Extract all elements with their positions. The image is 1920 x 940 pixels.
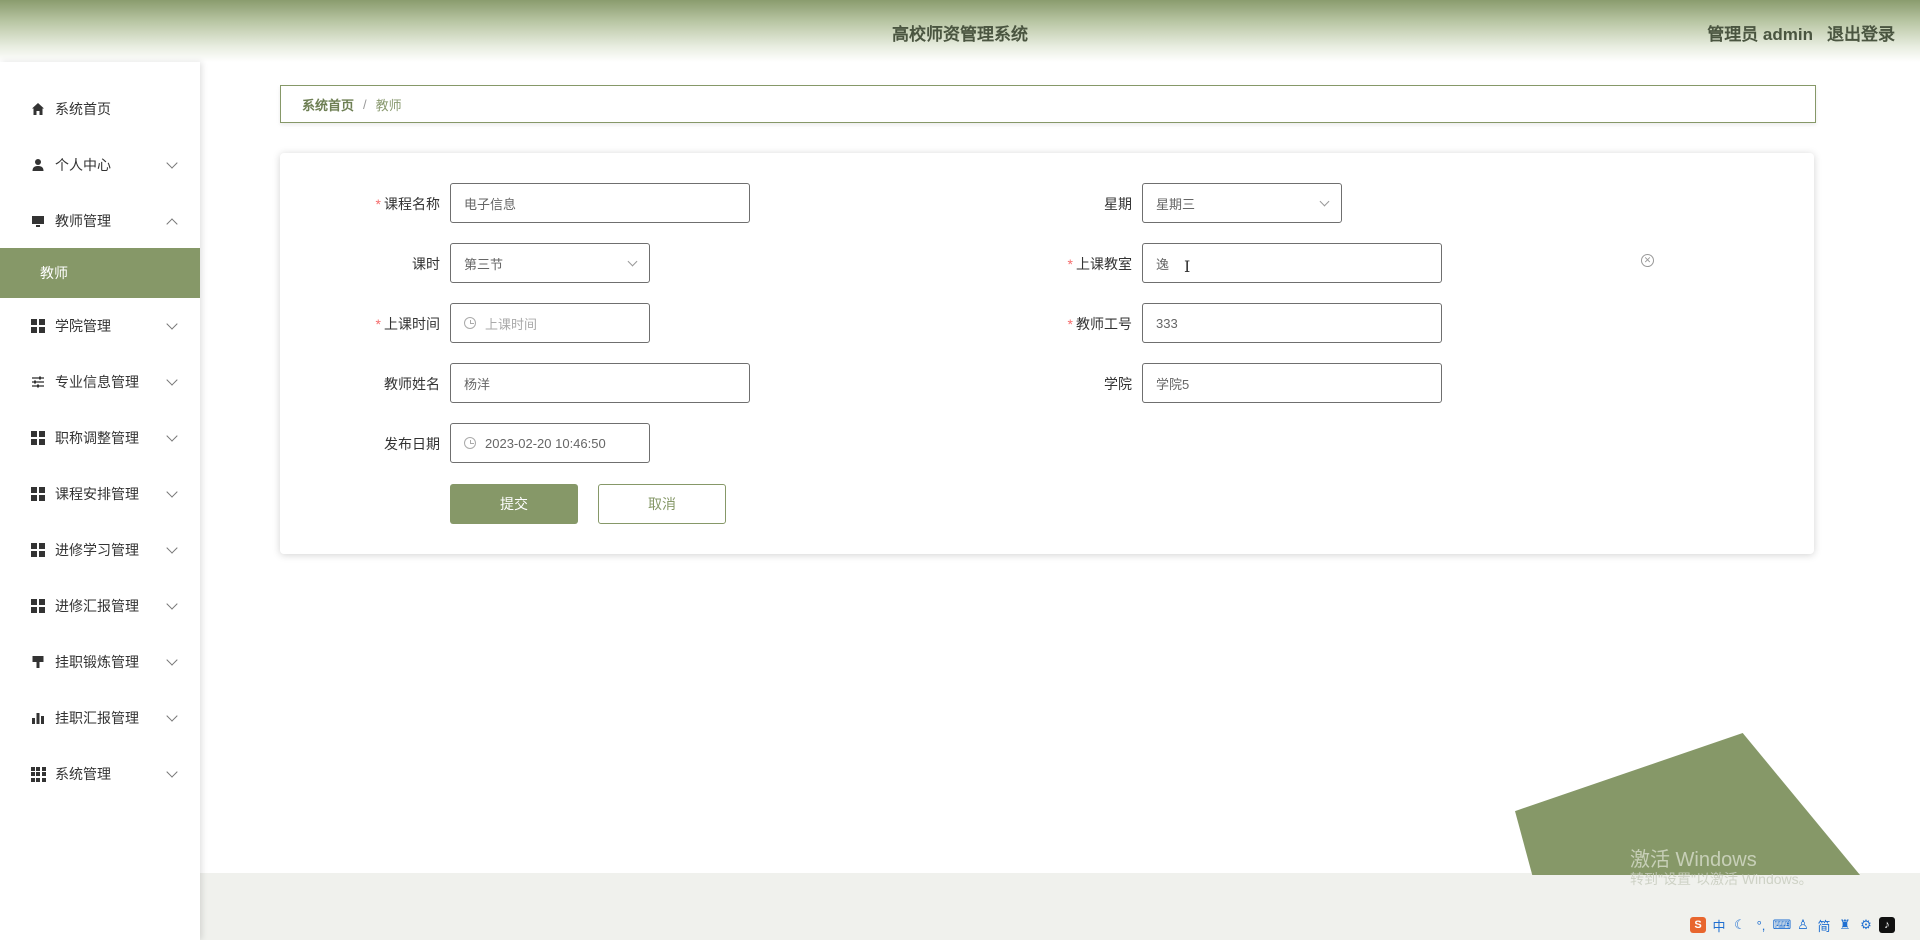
activation-watermark-title: 激活 Windows xyxy=(1630,849,1757,871)
logout-link[interactable]: 退出登录 xyxy=(1827,20,1895,45)
apps-icon xyxy=(30,766,46,782)
class-time-picker[interactable]: 上课时间 xyxy=(450,303,650,343)
college-label: 学院 xyxy=(1104,376,1132,392)
chevron-down-icon xyxy=(166,157,178,169)
breadcrumb-current: 教师 xyxy=(375,97,402,113)
sidebar-item-label: 职称调整管理 xyxy=(55,430,139,446)
sidebar: 系统首页 个人中心 教师管理 教师 学院管理 专业信息管理 职称调整管理 课程安… xyxy=(0,62,200,940)
sidebar-item-study-report-mgmt[interactable]: 进修汇报管理 xyxy=(0,578,200,634)
sidebar-subitem-teacher[interactable]: 教师 xyxy=(0,248,200,298)
sidebar-item-label: 课程安排管理 xyxy=(55,486,139,502)
user-icon xyxy=(30,157,46,173)
teacher-name-label: 教师姓名 xyxy=(384,376,440,392)
sidebar-item-course-mgmt[interactable]: 课程安排管理 xyxy=(0,466,200,522)
keyboard-icon[interactable]: ⌨ xyxy=(1773,917,1792,933)
class-time-label: * 上课时间 xyxy=(375,316,440,332)
chevron-down-icon xyxy=(166,710,178,722)
chevron-up-icon xyxy=(166,218,178,230)
grid-icon xyxy=(30,542,46,558)
bar-chart-icon xyxy=(30,710,46,726)
text-cursor-icon: I xyxy=(1184,257,1191,276)
punctuation-icon[interactable]: °, xyxy=(1753,917,1769,933)
sidebar-item-label: 系统管理 xyxy=(55,766,111,782)
skin-icon[interactable]: ♜ xyxy=(1837,917,1853,933)
teacher-id-label: * 教师工号 xyxy=(1067,316,1132,332)
sidebar-item-study-mgmt[interactable]: 进修学习管理 xyxy=(0,522,200,578)
course-name-label: * 课程名称 xyxy=(375,196,440,212)
period-select[interactable]: 第三节 xyxy=(450,243,650,283)
sidebar-item-teacher-mgmt[interactable]: 教师管理 xyxy=(0,193,200,249)
college-input[interactable]: 学院5 xyxy=(1142,363,1442,403)
chevron-down-icon xyxy=(166,486,178,498)
ime-logo-icon[interactable]: S xyxy=(1690,917,1706,933)
sidebar-item-training-report-mgmt[interactable]: 挂职汇报管理 xyxy=(0,690,200,746)
tiktok-icon[interactable]: ♪ xyxy=(1879,917,1895,933)
admin-user-label[interactable]: 管理员 admin xyxy=(1707,20,1813,45)
top-bar: 高校师资管理系统 管理员 admin 退出登录 xyxy=(0,0,1920,62)
chevron-down-icon xyxy=(627,256,638,267)
chevron-down-icon xyxy=(166,654,178,666)
sidebar-item-training-mgmt[interactable]: 挂职锻炼管理 xyxy=(0,634,200,690)
sidebar-item-title-adjust-mgmt[interactable]: 职称调整管理 xyxy=(0,410,200,466)
publish-date-picker[interactable]: 2023-02-20 10:46:50 xyxy=(450,423,650,463)
chevron-down-icon xyxy=(166,542,178,554)
period-label: 课时 xyxy=(412,256,440,272)
monitor-icon xyxy=(30,213,46,229)
cancel-button[interactable]: 取消 xyxy=(598,484,726,524)
grid-icon xyxy=(30,318,46,334)
brush-icon xyxy=(30,654,46,670)
classroom-label: * 上课教室 xyxy=(1067,256,1132,272)
teacher-id-input[interactable]: 333 xyxy=(1142,303,1442,343)
ime-lang-indicator[interactable]: 中 xyxy=(1711,917,1727,934)
clock-icon xyxy=(464,437,476,449)
chevron-down-icon xyxy=(166,318,178,330)
sidebar-item-label: 专业信息管理 xyxy=(55,374,139,390)
breadcrumb-home-link[interactable]: 系统首页 xyxy=(302,95,354,114)
sidebar-item-label: 系统首页 xyxy=(55,101,111,117)
system-tray: S 中 ☾ °, ⌨ ♙ 简 ♜ ⚙ ♪ xyxy=(1690,915,1895,935)
sidebar-item-label: 进修学习管理 xyxy=(55,542,139,558)
user-small-icon[interactable]: ♙ xyxy=(1795,917,1811,933)
sidebar-item-home[interactable]: 系统首页 xyxy=(0,81,200,137)
sidebar-item-label: 挂职锻炼管理 xyxy=(55,654,139,670)
sidebar-item-label: 教师管理 xyxy=(55,213,111,229)
sidebar-item-label: 进修汇报管理 xyxy=(55,598,139,614)
course-name-input[interactable]: 电子信息 xyxy=(450,183,750,223)
clear-icon[interactable]: ✕ xyxy=(1641,254,1654,267)
chevron-down-icon xyxy=(166,766,178,778)
sliders-icon xyxy=(30,374,46,390)
sidebar-item-system-mgmt[interactable]: 系统管理 xyxy=(0,746,200,802)
clock-icon xyxy=(464,317,476,329)
sidebar-item-label: 挂职汇报管理 xyxy=(55,710,139,726)
grid-icon xyxy=(30,486,46,502)
breadcrumb-separator: / xyxy=(363,96,367,112)
chevron-down-icon xyxy=(166,374,178,386)
user-area: 管理员 admin 退出登录 xyxy=(1707,20,1895,45)
moon-icon[interactable]: ☾ xyxy=(1732,917,1748,933)
publish-date-label: 发布日期 xyxy=(384,436,440,452)
weekday-select[interactable]: 星期三 xyxy=(1142,183,1342,223)
sidebar-item-label: 个人中心 xyxy=(55,157,111,173)
weekday-label: 星期 xyxy=(1104,196,1132,212)
grid-icon xyxy=(30,598,46,614)
sidebar-item-label: 学院管理 xyxy=(55,318,111,334)
settings-gear-icon[interactable]: ⚙ xyxy=(1858,917,1874,933)
sidebar-item-college-mgmt[interactable]: 学院管理 xyxy=(0,298,200,354)
system-title: 高校师资管理系统 xyxy=(892,25,1028,44)
submit-button[interactable]: 提交 xyxy=(450,484,578,524)
sidebar-item-profile[interactable]: 个人中心 xyxy=(0,137,200,193)
teacher-name-input[interactable]: 杨洋 xyxy=(450,363,750,403)
activation-watermark-hint: 转到"设置"以激活 Windows。 xyxy=(1630,871,1813,887)
grid-icon xyxy=(30,430,46,446)
chevron-down-icon xyxy=(1319,196,1330,207)
home-icon xyxy=(30,101,46,117)
ime-mode-indicator[interactable]: 简 xyxy=(1816,917,1832,934)
chevron-down-icon xyxy=(166,598,178,610)
breadcrumb: 系统首页 / 教师 xyxy=(280,85,1816,123)
sidebar-item-major-mgmt[interactable]: 专业信息管理 xyxy=(0,354,200,410)
chevron-down-icon xyxy=(166,430,178,442)
